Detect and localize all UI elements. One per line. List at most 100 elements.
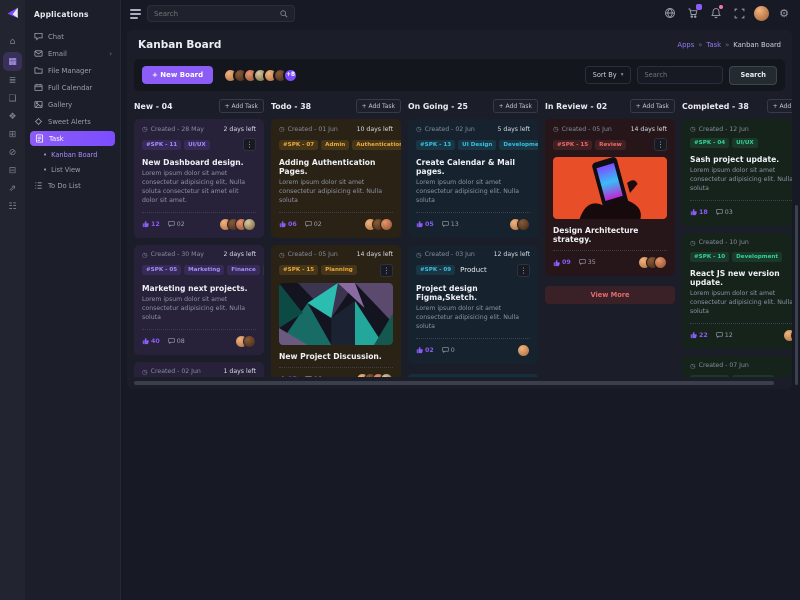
- task-card[interactable]: ◷Created - 12 Jun✓ #SPK - 04 UI/UX Sash …: [682, 119, 792, 226]
- chart-icon[interactable]: ⇗: [3, 181, 22, 197]
- comments[interactable]: 03: [716, 209, 733, 216]
- task-card-truncated[interactable]: ◷Created - 07 Jun✓ #SPK - 16 Discussion: [682, 356, 792, 377]
- gear-icon[interactable]: ⚙: [776, 5, 792, 21]
- thumbs-up-icon: [690, 331, 697, 339]
- fullscreen-icon[interactable]: [731, 5, 747, 21]
- card-body: Lorem ipsum dolor sit amet consectetur a…: [142, 170, 256, 206]
- comments[interactable]: 35: [579, 259, 596, 266]
- comment-icon: [305, 221, 312, 228]
- pages-icon[interactable]: ❏: [3, 91, 22, 107]
- alerts-icon[interactable]: ❖: [3, 109, 22, 125]
- profile-avatar[interactable]: [754, 6, 769, 21]
- globe-icon[interactable]: [662, 5, 678, 21]
- horizontal-scrollbar[interactable]: [134, 381, 774, 385]
- sidebar-subitem-kanban-board[interactable]: • Kanban Board: [25, 147, 120, 162]
- likes[interactable]: 17: [279, 375, 297, 377]
- avatar: [517, 218, 530, 231]
- sidebar-item-label: Gallery: [48, 101, 72, 109]
- task-card[interactable]: ◷Created - 03 Jun12 days left #SPK - 09 …: [408, 245, 538, 364]
- task-card[interactable]: ◷Created - 30 May2 days left #SPK - 05 M…: [134, 245, 264, 355]
- card-menu-button[interactable]: ⋮: [380, 264, 393, 277]
- view-more-button[interactable]: View More: [408, 374, 538, 377]
- ban-icon[interactable]: ⊘: [3, 145, 22, 161]
- likes[interactable]: 05: [416, 220, 434, 228]
- vertical-scrollbar[interactable]: [795, 205, 798, 385]
- bell-icon[interactable]: [708, 5, 724, 21]
- comments[interactable]: 13: [442, 221, 459, 228]
- likes[interactable]: 22: [690, 331, 708, 339]
- sidebar-subitem-list-view[interactable]: • List View: [25, 162, 120, 177]
- comment-icon: [716, 209, 723, 216]
- due-label: 2 days left: [224, 126, 257, 133]
- sort-by-dropdown[interactable]: Sort By ▾: [585, 66, 632, 84]
- comments[interactable]: 02: [168, 221, 185, 228]
- likes[interactable]: 06: [279, 220, 297, 228]
- card-menu-button[interactable]: ⋮: [517, 264, 530, 277]
- add-task-button[interactable]: + Add Task: [356, 99, 401, 113]
- likes[interactable]: 18: [690, 208, 708, 216]
- card-body: Lorem ipsum dolor sit amet consectetur a…: [690, 167, 792, 194]
- likes-count: 17: [288, 376, 297, 377]
- new-board-button[interactable]: + New Board: [142, 66, 213, 84]
- comments-count: 02: [314, 221, 322, 228]
- add-task-button[interactable]: + Add Task: [493, 99, 538, 113]
- home-icon[interactable]: ⌂: [3, 34, 22, 50]
- task-card[interactable]: ◷Created - 02 Jun5 days left #SPK - 13 U…: [408, 119, 538, 238]
- sidebar-item-sweet-alerts[interactable]: Sweet Alerts: [25, 113, 120, 130]
- view-more-button[interactable]: View More: [545, 286, 675, 304]
- tag: #SPK - 15: [553, 140, 592, 150]
- add-task-button[interactable]: + Add Task: [630, 99, 675, 113]
- table-icon[interactable]: ☷: [3, 199, 22, 215]
- archive-icon[interactable]: ⊟: [3, 163, 22, 179]
- likes[interactable]: 02: [416, 346, 434, 354]
- comments[interactable]: 02: [305, 221, 322, 228]
- menu-toggle-icon[interactable]: [130, 9, 141, 21]
- sidebar-item-task[interactable]: Task: [30, 131, 115, 146]
- comment-icon: [305, 376, 312, 377]
- task-card[interactable]: ◷Created - 10 Jun✓ #SPK - 10 Development…: [682, 233, 792, 349]
- card-menu-button[interactable]: ⋮: [243, 138, 256, 151]
- breadcrumb-task[interactable]: Task: [706, 41, 721, 49]
- sidebar-item-label: Full Calendar: [48, 84, 92, 92]
- task-card[interactable]: ◷Created - 05 Jun14 days left #SPK - 15 …: [271, 245, 401, 377]
- add-task-button[interactable]: + Add Task: [767, 99, 792, 113]
- sidebar-item-to-do-list[interactable]: To Do List: [25, 177, 120, 194]
- card-menu-button[interactable]: ⋮: [654, 138, 667, 151]
- comments-count: 06: [314, 376, 322, 377]
- app-logo-icon[interactable]: [5, 6, 21, 22]
- more-members-badge[interactable]: +8: [283, 68, 298, 83]
- board-search-input[interactable]: [644, 71, 716, 79]
- comments[interactable]: 06: [305, 376, 322, 377]
- card-menu-button[interactable]: ⋮: [263, 264, 264, 277]
- sidebar-item-full-calendar[interactable]: Full Calendar: [25, 79, 120, 96]
- gift-icon[interactable]: ⊞: [3, 127, 22, 143]
- comments[interactable]: 0: [442, 347, 455, 354]
- comment-icon: [579, 259, 586, 266]
- comments[interactable]: 12: [716, 332, 733, 339]
- global-search-input[interactable]: [154, 10, 280, 18]
- layers-icon[interactable]: ≣: [3, 73, 22, 89]
- task-card[interactable]: ◷Created - 28 May2 days left #SPK - 11 U…: [134, 119, 264, 238]
- board-search-button[interactable]: Search: [729, 66, 777, 85]
- sidebar-item-email[interactable]: Email ›: [25, 45, 120, 62]
- avatar-stack: [791, 206, 792, 219]
- breadcrumb-apps[interactable]: Apps: [677, 41, 694, 49]
- card-title: Design Architecture strategy.: [553, 226, 667, 244]
- card-title: Adding Authentication Pages.: [279, 158, 393, 176]
- column-title: Todo - 38: [271, 102, 311, 111]
- comments[interactable]: 08: [168, 338, 185, 345]
- sidebar-item-file-manager[interactable]: File Manager: [25, 62, 120, 79]
- add-task-button[interactable]: + Add Task: [219, 99, 264, 113]
- likes[interactable]: 09: [553, 259, 571, 267]
- sidebar-item-chat[interactable]: Chat: [25, 28, 120, 45]
- icon-rail: ⌂ ▦ ≣ ❏ ❖ ⊞ ⊘ ⊟ ⇗ ☷: [0, 0, 25, 600]
- likes[interactable]: 40: [142, 337, 160, 345]
- apps-icon[interactable]: ▦: [3, 52, 22, 71]
- task-card-truncated[interactable]: ◷Created - 02 Jun1 days left #SPK - 08 D…: [134, 362, 264, 377]
- task-card[interactable]: ◷Created - 05 Jun14 days left #SPK - 15 …: [545, 119, 675, 276]
- comments-count: 03: [725, 209, 733, 216]
- task-card[interactable]: ◷Created - 01 Jun10 days left #SPK - 07 …: [271, 119, 401, 238]
- cart-icon[interactable]: [685, 5, 701, 21]
- sidebar-item-gallery[interactable]: Gallery: [25, 96, 120, 113]
- likes[interactable]: 12: [142, 220, 160, 228]
